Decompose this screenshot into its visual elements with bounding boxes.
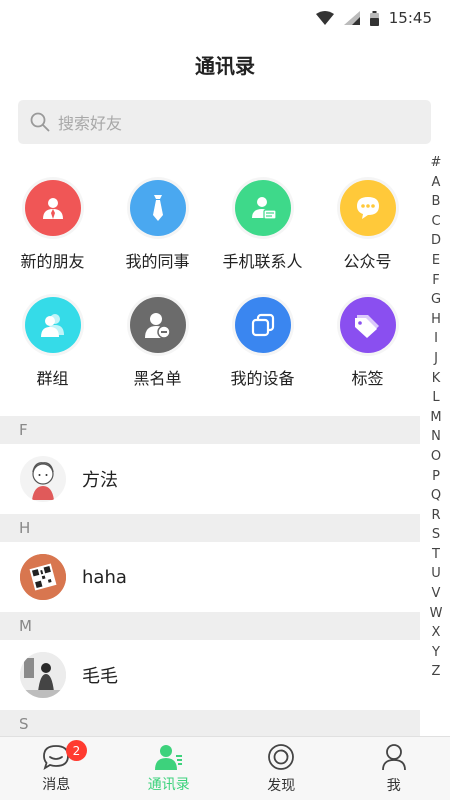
device-icon [234, 297, 291, 353]
blacklist-icon [129, 297, 186, 353]
contact-name: haha [82, 566, 127, 588]
signal-icon [343, 11, 360, 25]
tab-discover[interactable]: 发现 [225, 737, 338, 800]
alphabet-index-letter[interactable]: C [431, 212, 440, 232]
alphabet-index-letter[interactable]: N [431, 427, 441, 447]
alphabet-index-letter[interactable]: J [434, 349, 438, 369]
tab-label: 发现 [267, 778, 296, 794]
tab-label: 通讯录 [147, 777, 190, 793]
alphabet-index-letter[interactable]: Y [432, 643, 440, 663]
bottom-tab-bar: 2 消息 通讯录 发现 我 [0, 736, 450, 800]
section-header: M [0, 612, 420, 640]
shortcut-label: 群组 [36, 369, 69, 388]
alphabet-index-letter[interactable]: V [432, 584, 441, 604]
status-time: 15:45 [388, 9, 432, 27]
shortcut-label: 公众号 [343, 252, 392, 271]
shortcut-label: 黑名单 [133, 369, 182, 388]
shortcut-blacklist[interactable]: 黑名单 [105, 297, 210, 414]
profile-icon [381, 744, 406, 771]
section-header: H [0, 514, 420, 542]
alphabet-index-letter[interactable]: O [431, 447, 441, 467]
avatar [20, 554, 66, 600]
alphabet-index-letter[interactable]: B [432, 192, 441, 212]
alphabet-index-letter[interactable]: R [431, 506, 440, 526]
alphabet-index-letter[interactable]: G [431, 290, 441, 310]
alphabet-index-letter[interactable]: Z [432, 662, 441, 682]
contact-name: 毛毛 [82, 666, 118, 687]
tab-label: 我 [386, 778, 401, 794]
alphabet-index-letter[interactable]: F [432, 271, 439, 291]
alphabet-index-letter[interactable]: I [434, 329, 438, 349]
shortcut-label: 我的同事 [125, 252, 190, 271]
alphabet-index-letter[interactable]: E [432, 251, 440, 271]
group-icon [24, 297, 81, 353]
page-title: 通讯录 [195, 54, 255, 78]
shortcut-official-accounts[interactable]: 公众号 [315, 180, 420, 297]
contact-row[interactable]: 方法 [0, 444, 420, 514]
section-header: F [0, 416, 420, 444]
alphabet-index-letter[interactable]: M [430, 408, 441, 428]
shortcut-new-friends[interactable]: 新的朋友 [0, 180, 105, 297]
search-input[interactable]: 搜索好友 [18, 100, 431, 144]
section-header: S [0, 710, 420, 738]
shortcut-grid: 新的朋友 我的同事 手机联系人 公众号 群组 黑名单 我的设备 标签 [0, 180, 420, 414]
contacts-icon [154, 745, 182, 770]
contact-row[interactable]: haha [0, 542, 420, 612]
shortcut-label: 新的朋友 [20, 252, 85, 271]
avatar [20, 456, 66, 502]
shortcut-colleagues[interactable]: 我的同事 [105, 180, 210, 297]
alphabet-index-letter[interactable]: K [432, 369, 441, 389]
alphabet-index-letter[interactable]: H [431, 310, 441, 330]
tag-icon [339, 297, 396, 353]
shortcut-tags[interactable]: 标签 [315, 297, 420, 414]
alphabet-index-letter[interactable]: U [431, 564, 441, 584]
new-friend-icon [24, 180, 81, 236]
tab-contacts[interactable]: 通讯录 [113, 737, 226, 800]
phone-contact-icon [234, 180, 291, 236]
alphabet-index-letter[interactable]: Q [431, 486, 441, 506]
contact-row[interactable]: 毛毛 [0, 640, 420, 710]
contact-name: 方法 [82, 470, 118, 491]
tab-label: 消息 [42, 777, 71, 793]
shortcut-label: 手机联系人 [222, 252, 303, 271]
colleague-tie-icon [129, 180, 186, 236]
official-account-chat-icon [339, 180, 396, 236]
alphabet-index[interactable]: # A B C D E F G H I J K L M N O P Q R S T U V W X Y Z [428, 153, 444, 682]
alphabet-index-letter[interactable]: L [432, 388, 439, 408]
alphabet-index-letter[interactable]: P [432, 467, 440, 487]
alphabet-index-letter[interactable]: W [430, 604, 443, 624]
alphabet-index-letter[interactable]: S [432, 525, 440, 545]
alphabet-index-letter[interactable]: X [432, 623, 441, 643]
alphabet-index-letter[interactable]: D [431, 231, 441, 251]
avatar [20, 652, 66, 698]
alphabet-index-letter[interactable]: A [432, 173, 441, 193]
tab-me[interactable]: 我 [338, 737, 450, 800]
status-bar: 15:45 [0, 0, 450, 36]
search-placeholder: 搜索好友 [58, 114, 123, 133]
battery-icon [369, 10, 379, 26]
shortcut-label: 标签 [351, 369, 384, 388]
alphabet-index-letter[interactable]: # [431, 153, 442, 173]
unread-badge: 2 [66, 740, 87, 761]
discover-icon [268, 744, 295, 770]
shortcut-phone-contacts[interactable]: 手机联系人 [210, 180, 315, 297]
alphabet-index-letter[interactable]: T [432, 545, 440, 565]
shortcut-label: 我的设备 [230, 369, 295, 388]
shortcut-my-devices[interactable]: 我的设备 [210, 297, 315, 414]
wifi-icon [315, 11, 334, 25]
search-icon [30, 112, 50, 132]
shortcut-groups[interactable]: 群组 [0, 297, 105, 414]
tab-messages[interactable]: 2 消息 [0, 737, 113, 800]
